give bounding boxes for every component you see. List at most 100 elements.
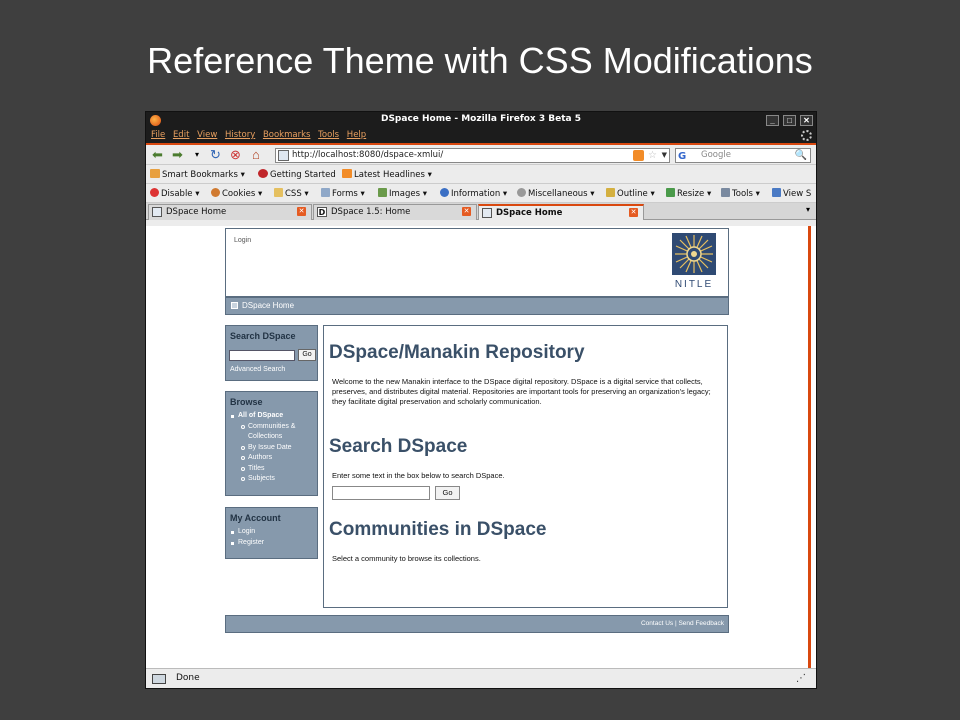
sidebar-search-go-button[interactable]: Go: [298, 349, 316, 361]
menu-file[interactable]: File: [151, 130, 165, 140]
activity-spinner-icon: [801, 130, 812, 141]
stop-icon[interactable]: ⊗: [230, 148, 241, 162]
search-heading: Search DSpace: [329, 436, 468, 457]
send-feedback-link[interactable]: Send Feedback: [678, 620, 724, 627]
rss-icon: [342, 169, 352, 178]
web-developer-toolbar: Disable ▾ Cookies ▾ CSS ▾ Forms ▾ Images…: [146, 184, 816, 203]
miscellaneous-icon: [517, 188, 526, 197]
search-icon[interactable]: 🔍: [795, 149, 807, 162]
title-bar: DSpace Home - Mozilla Firefox 3 Beta 5 _…: [146, 112, 816, 129]
account-register-link[interactable]: Register: [231, 538, 317, 549]
back-icon[interactable]: ⬅: [152, 148, 163, 162]
tab-dspace-15-home[interactable]: D DSpace 1.5: Home ✕: [313, 204, 477, 220]
search-sidebar-box: Search DSpace Go Advanced Search: [225, 325, 318, 381]
breadcrumb: DSpace Home: [225, 297, 729, 315]
view-source-icon: [772, 188, 781, 197]
browse-box-title: Browse: [230, 397, 263, 407]
home-trail-icon: [231, 302, 238, 309]
status-page-icon: [152, 674, 166, 684]
page-favicon-icon: [278, 150, 289, 161]
search-bar[interactable]: G Google 🔍: [675, 148, 811, 163]
dev-outline[interactable]: Outline ▾: [606, 188, 655, 199]
account-list: Login Register: [226, 527, 317, 548]
sidebar-search-input[interactable]: [229, 350, 295, 361]
account-login-link[interactable]: Login: [231, 527, 317, 538]
url-bar[interactable]: http://localhost:8080/dspace-xmlui/ ☆ ▼: [275, 148, 670, 163]
advanced-search-link[interactable]: Advanced Search: [230, 366, 285, 373]
tab-close-icon[interactable]: ✕: [297, 207, 306, 216]
forms-icon: [321, 188, 330, 197]
breadcrumb-home-link[interactable]: DSpace Home: [242, 301, 294, 310]
status-bar: Done ⋰: [146, 668, 816, 688]
getting-started-icon: [258, 169, 268, 178]
search-engine-icon[interactable]: G: [678, 150, 686, 163]
dev-tools[interactable]: Tools ▾: [721, 188, 760, 199]
cookies-icon: [211, 188, 220, 197]
tab-dspace-home-1[interactable]: DSpace Home ✕: [148, 204, 312, 220]
account-sidebar-box: My Account Login Register: [225, 507, 318, 559]
scrollbar-thumb[interactable]: [808, 226, 811, 668]
reload-icon[interactable]: ↻: [210, 148, 221, 162]
tab-bar: DSpace Home ✕ D DSpace 1.5: Home ✕ DSpac…: [146, 203, 816, 220]
menu-help[interactable]: Help: [347, 130, 366, 140]
tab-close-icon[interactable]: ✕: [629, 208, 638, 217]
browse-item-subjects[interactable]: Subjects: [231, 474, 317, 485]
dev-information[interactable]: Information ▾: [440, 188, 507, 199]
close-window-button[interactable]: ✕: [800, 115, 813, 126]
dev-cookies[interactable]: Cookies ▾: [211, 188, 262, 199]
dev-disable[interactable]: Disable ▾: [150, 188, 200, 199]
resize-icon: [666, 188, 675, 197]
bookmark-star-icon[interactable]: ☆: [648, 149, 657, 162]
browse-item-issue-date[interactable]: By Issue Date: [231, 443, 317, 454]
dev-resize[interactable]: Resize ▾: [666, 188, 711, 199]
history-dropdown-icon[interactable]: ▾: [195, 148, 199, 162]
navigation-toolbar: ⬅ ➡ ▾ ↻ ⊗ ⌂ http://localhost:8080/dspace…: [146, 143, 816, 165]
browse-item-all[interactable]: All of DSpace: [231, 411, 317, 422]
search-box-title: Search DSpace: [230, 331, 296, 341]
main-search-input[interactable]: [332, 486, 430, 500]
folder-icon: [150, 169, 160, 178]
bookmarks-toolbar: Smart Bookmarks ▾ Getting Started Latest…: [146, 165, 816, 184]
tab-list-dropdown-icon[interactable]: ▾: [806, 205, 810, 214]
home-icon[interactable]: ⌂: [252, 148, 260, 162]
contact-us-link[interactable]: Contact Us: [641, 620, 673, 627]
forward-icon[interactable]: ➡: [172, 148, 183, 162]
browse-item-communities[interactable]: Communities &: [231, 422, 317, 433]
tab-close-icon[interactable]: ✕: [462, 207, 471, 216]
menu-view[interactable]: View: [197, 130, 217, 140]
dev-forms[interactable]: Forms ▾: [321, 188, 365, 199]
nitle-logo: NITLE: [670, 233, 718, 293]
dev-miscellaneous[interactable]: Miscellaneous ▾: [517, 188, 595, 199]
logo-text: NITLE: [674, 279, 714, 290]
browse-item-collections[interactable]: Collections: [231, 432, 317, 443]
dev-images[interactable]: Images ▾: [378, 188, 427, 199]
browser-window: DSpace Home - Mozilla Firefox 3 Beta 5 _…: [145, 111, 817, 689]
header-login-link[interactable]: Login: [234, 237, 251, 244]
browse-item-titles[interactable]: Titles: [231, 464, 317, 475]
bullet-icon: [231, 531, 234, 534]
menu-tools[interactable]: Tools: [318, 130, 339, 140]
menu-history[interactable]: History: [225, 130, 255, 140]
bookmark-latest-headlines[interactable]: Latest Headlines ▾: [342, 169, 432, 180]
browse-item-authors[interactable]: Authors: [231, 453, 317, 464]
dev-view-source[interactable]: View S: [772, 188, 811, 199]
tab-dspace-home-active[interactable]: DSpace Home ✕: [478, 204, 644, 220]
main-search-go-button[interactable]: Go: [435, 486, 460, 500]
bookmark-smart-bookmarks[interactable]: Smart Bookmarks ▾: [150, 169, 245, 180]
minimize-button[interactable]: _: [766, 115, 779, 126]
url-dropdown-icon[interactable]: ▼: [662, 149, 667, 162]
css-icon: [274, 188, 283, 197]
main-content: DSpace/Manakin Repository Welcome to the…: [323, 325, 728, 608]
vertical-scrollbar[interactable]: [806, 226, 816, 668]
dev-css[interactable]: CSS ▾: [274, 188, 309, 199]
maximize-button[interactable]: □: [783, 115, 796, 126]
tools-icon: [721, 188, 730, 197]
bookmark-getting-started[interactable]: Getting Started: [258, 169, 336, 180]
circle-bullet-icon: [241, 424, 245, 429]
browse-sidebar-box: Browse All of DSpace Communities & Colle…: [225, 391, 318, 496]
resize-grip-icon[interactable]: ⋰: [796, 673, 806, 684]
menu-edit[interactable]: Edit: [173, 130, 189, 140]
rss-feed-icon[interactable]: [633, 150, 644, 161]
outline-icon: [606, 188, 615, 197]
menu-bookmarks[interactable]: Bookmarks: [263, 130, 311, 140]
